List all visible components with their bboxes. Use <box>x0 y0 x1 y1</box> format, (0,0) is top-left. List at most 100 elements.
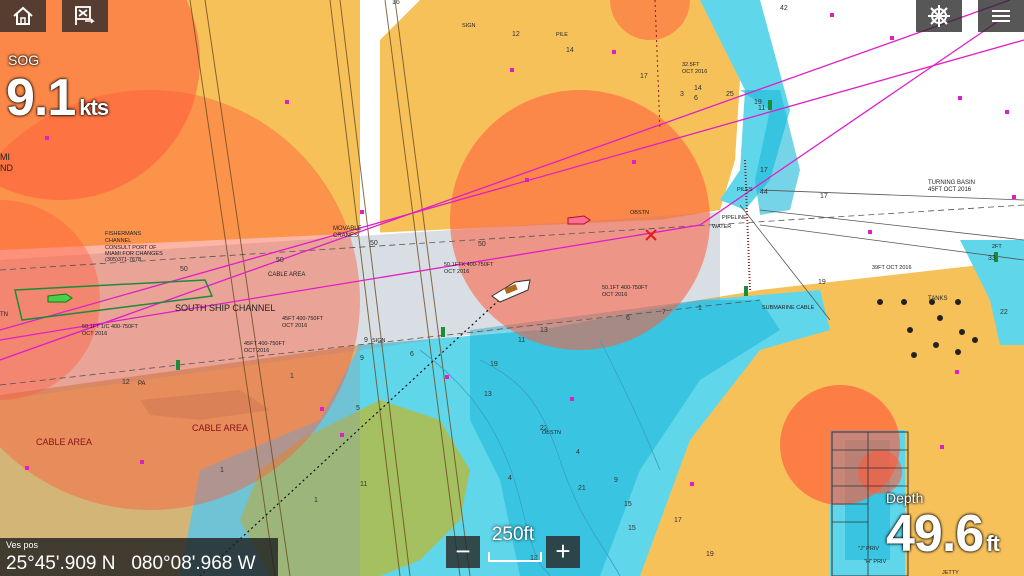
label-depth-50-a2: OCT 2016 <box>444 269 469 275</box>
sounding: 11 <box>758 105 765 112</box>
label-depth-39: 39FT OCT 2016 <box>872 265 912 271</box>
sog-unit: kts <box>79 95 109 120</box>
sounding: 42 <box>780 5 788 12</box>
nautical-chart[interactable]: SOUTH SHIP CHANNEL CABLE AREA CABLE AREA… <box>0 0 1024 576</box>
ais-target-vessel-2[interactable] <box>567 215 591 225</box>
label-pa: PA <box>138 381 146 387</box>
zoom-out-button[interactable]: − <box>446 536 480 568</box>
sounding: 6 <box>694 95 698 102</box>
label-cable-area-2: CABLE AREA <box>192 423 248 433</box>
sog-label: SOG <box>8 52 40 68</box>
sounding: 50 <box>478 241 486 248</box>
sounding: 15 <box>628 525 636 532</box>
label-partial-mi-2: ND <box>0 163 13 173</box>
sounding: 3 <box>680 91 684 98</box>
label-depth-50-b1: 50.1FT 400-750FT <box>602 285 648 291</box>
vessel-position-panel: Ves pos 25°45'.909 N 080°08'.968 W <box>0 538 278 576</box>
sounding: 6 <box>410 351 414 358</box>
sounding: 21 <box>578 485 586 492</box>
sounding: 50 <box>276 257 284 264</box>
label-depth-2ft: 2FT <box>992 244 1002 250</box>
label-depth-45-b1: 45FT 400-750FT <box>244 341 286 347</box>
ship-wheel-icon <box>928 5 950 27</box>
sounding: 14 <box>694 85 702 92</box>
label-sign-top: SIGN <box>462 23 475 29</box>
sounding: 50 <box>370 240 378 247</box>
sounding: 16 <box>392 0 400 6</box>
label-pile: PILE <box>556 32 568 38</box>
depth-unit: ft <box>986 531 1000 556</box>
waypoint-button[interactable] <box>62 0 108 32</box>
sounding: 17 <box>674 517 682 524</box>
sounding: 11 <box>518 337 525 344</box>
sounding: 1 <box>220 467 224 474</box>
sounding: 33 <box>988 255 996 262</box>
hamburger-menu-icon <box>992 10 1010 22</box>
zoom-in-button[interactable]: + <box>546 536 580 568</box>
label-partial-mi-1: MI <box>0 152 10 162</box>
menu-button[interactable] <box>978 0 1024 32</box>
sounding: 11 <box>360 481 367 488</box>
home-icon <box>13 6 33 25</box>
sounding: 1 <box>698 305 702 312</box>
depth-number: 49.6 <box>886 505 984 563</box>
sounding: 5 <box>356 405 360 412</box>
home-button[interactable] <box>0 0 46 32</box>
sounding: 17 <box>820 193 828 200</box>
depth-value: 49.6 ft <box>886 504 1000 564</box>
zoom-control: − 250ft + <box>446 524 580 576</box>
sounding: 4 <box>508 475 512 482</box>
sounding: 44 <box>760 189 768 196</box>
sounding: 22 <box>1000 309 1008 316</box>
label-depth-45-a2: OCT 2016 <box>282 323 307 329</box>
label-depth-50-a1: 50.1FTX 400-750FT <box>444 262 494 268</box>
vessel-position-label: Ves pos <box>6 540 39 550</box>
sounding: 4 <box>576 449 580 456</box>
sog-number: 9.1 <box>6 69 76 127</box>
label-fishermans-2: CHANNEL <box>105 238 131 244</box>
label-depth-45-a1: 45FT 400-750FT <box>282 316 324 322</box>
label-priv-2: "H" PRIV <box>864 559 887 565</box>
label-piles: PILES <box>737 187 753 193</box>
label-turning-basin-2: 45FT OCT 2016 <box>928 187 972 193</box>
sounding: 25 <box>726 91 734 98</box>
sounding: 13 <box>484 391 492 398</box>
label-partial-tn: TN <box>0 312 8 318</box>
ais-target-vessel-1[interactable] <box>47 293 73 303</box>
sounding: 14 <box>566 47 574 54</box>
sounding: 17 <box>640 73 648 80</box>
sounding: 1 <box>290 373 294 380</box>
sounding: 19 <box>490 361 498 368</box>
sog-value: 9.1 kts <box>6 68 109 128</box>
sounding: 1 <box>314 497 318 504</box>
label-pipeline: PIPELINE <box>722 215 747 221</box>
label-tanks: TANKS <box>928 296 948 302</box>
label-depth-32-1: 32.5FT <box>682 62 700 68</box>
sounding: 9 <box>364 337 368 344</box>
label-depth-45-b2: OCT 2016 <box>244 348 269 354</box>
label-fishermans-1: FISHERMANS <box>105 231 141 237</box>
label-submarine-cable: SUBMARINE CABLE <box>762 305 815 311</box>
label-sign-mid: SIGN <box>372 338 385 344</box>
zoom-scale-label: 250ft <box>491 524 535 545</box>
sounding: 12 <box>512 31 520 38</box>
sounding: 17 <box>760 167 768 174</box>
label-depth-32-2: OCT 2016 <box>682 69 707 75</box>
vessel-longitude: 080°08'.968 W <box>131 553 256 574</box>
sounding: 9 <box>614 477 618 484</box>
label-cable-area-3: CABLE AREA <box>268 272 305 278</box>
sounding: 19 <box>818 279 826 286</box>
helm-button[interactable] <box>916 0 962 32</box>
label-priv-1: "J" PRIV <box>858 546 879 552</box>
waypoint-flag-icon <box>75 6 95 25</box>
vessel-position-coords: 25°45'.909 N 080°08'.968 W <box>6 553 256 575</box>
label-movable-cranes-1: MOVABLE <box>333 226 362 232</box>
sounding: 6 <box>626 315 630 322</box>
label-cable-area-1: CABLE AREA <box>36 437 92 447</box>
vessel-latitude: 25°45'.909 N <box>6 553 116 574</box>
label-depth-50-b2: OCT 2016 <box>602 292 627 298</box>
sounding: 50 <box>180 266 188 273</box>
label-jetty: JETTY <box>942 570 959 576</box>
sounding: 13 <box>540 327 548 334</box>
label-water: WATER <box>712 224 731 230</box>
